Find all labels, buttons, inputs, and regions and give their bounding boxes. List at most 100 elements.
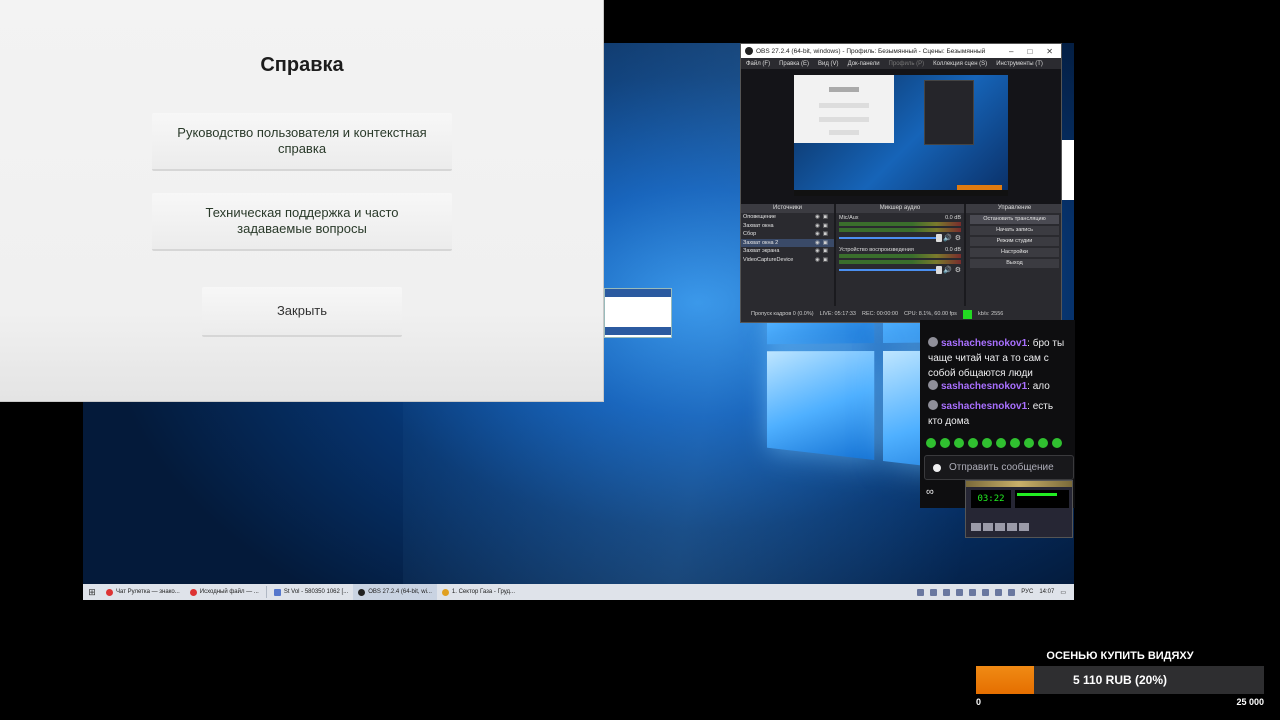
source-item[interactable]: Захват окна ◉▣ — [741, 222, 834, 231]
tray-icon[interactable] — [969, 588, 977, 596]
volume-slider[interactable] — [839, 233, 942, 242]
emote-icon[interactable] — [1024, 438, 1034, 448]
menu-docks[interactable]: Док-панели — [848, 61, 880, 67]
window-titlebar — [605, 289, 671, 297]
emote-icon[interactable] — [926, 438, 936, 448]
gear-icon[interactable]: ⚙ — [955, 234, 961, 242]
support-faq-button[interactable]: Техническая поддержка и часто задаваемые… — [152, 193, 452, 251]
tray-icon[interactable] — [917, 588, 925, 596]
minimize-icon[interactable]: – — [1009, 47, 1013, 56]
tray-icon[interactable] — [943, 588, 951, 596]
user-guide-button[interactable]: Руководство пользователя и контекстная с… — [152, 113, 452, 171]
source-item-selected[interactable]: Захват окна 2 ◉▣ — [741, 238, 834, 248]
play-icon[interactable] — [983, 523, 993, 531]
winamp-titlebar[interactable] — [966, 481, 1072, 487]
tray-icon[interactable] — [930, 588, 938, 596]
chat-message: sashachesnokov1: есть кто дома — [928, 399, 1068, 429]
emote-row — [926, 438, 1062, 448]
start-button[interactable]: ⊞ — [83, 587, 101, 598]
chat-message: sashachesnokov1: ало — [928, 379, 1068, 394]
taskbar-item[interactable]: St Vol - 580350 1062 [... — [269, 584, 353, 600]
close-icon[interactable]: ✕ — [1046, 47, 1053, 56]
gear-icon[interactable]: ⚙ — [955, 266, 961, 274]
menu-file[interactable]: Файл (F) — [746, 61, 770, 67]
background-window[interactable] — [604, 288, 672, 338]
volume-meter — [839, 222, 961, 226]
preview-help-dialog — [794, 75, 894, 143]
user-badge-icon — [928, 337, 938, 347]
exit-button[interactable]: Выход — [970, 259, 1059, 268]
source-item[interactable]: Захват экрана ◉▣ — [741, 247, 834, 256]
emote-icon[interactable] — [1010, 438, 1020, 448]
taskbar-item[interactable]: Чат Рулетка — знако... — [101, 584, 185, 600]
goal-progress-bar: 5 110 RUB (20%) — [976, 666, 1264, 694]
emote-icon[interactable] — [1038, 438, 1048, 448]
dropped-frames: Пропуск кадров 0 (0.0%) — [751, 311, 814, 317]
emote-icon[interactable] — [982, 438, 992, 448]
start-recording-button[interactable]: Начать запись — [970, 226, 1059, 235]
chat-username[interactable]: sashachesnokov1 — [941, 401, 1027, 412]
cpu-usage: CPU: 8.1%, 60.00 fps — [904, 311, 957, 317]
language-indicator[interactable]: РУС — [1021, 589, 1033, 595]
chat-username[interactable]: sashachesnokov1 — [941, 381, 1027, 392]
close-button[interactable]: Закрыть — [202, 287, 402, 337]
mixer-channel: Устройство воспроизведения 0.0 dB 🔊 ⚙ — [836, 245, 964, 275]
speaker-icon[interactable]: 🔊 — [943, 266, 952, 274]
mixer-channel: Mic/Aux 0.0 dB 🔊 ⚙ — [836, 213, 964, 243]
obs-window-title: OBS 27.2.4 (64-bit, windows) - Профиль: … — [756, 47, 986, 55]
maximize-icon[interactable]: □ — [1027, 47, 1032, 56]
emote-icon[interactable] — [954, 438, 964, 448]
next-icon[interactable] — [1019, 523, 1029, 531]
preview-canvas — [794, 75, 1008, 196]
bitrate: kb/s: 2556 — [977, 311, 1004, 317]
chat-username[interactable]: sashachesnokov1 — [941, 338, 1027, 349]
browser-edge — [1062, 140, 1074, 200]
stop-stream-button[interactable]: Остановить трансляцию — [970, 215, 1059, 224]
tray-icon[interactable] — [956, 588, 964, 596]
settings-button[interactable]: Настройки — [970, 248, 1059, 257]
clock[interactable]: 14:07 — [1039, 589, 1054, 595]
taskbar-item-active[interactable]: OBS 27.2.4 (64-bit, wi... — [353, 584, 437, 600]
taskbar-item[interactable]: 1. Сектор Газа - Груд... — [437, 584, 520, 600]
menu-view[interactable]: Вид (V) — [818, 61, 839, 67]
emote-icon[interactable] — [996, 438, 1006, 448]
pause-icon[interactable] — [995, 523, 1005, 531]
notifications-icon[interactable]: ▭ — [1060, 589, 1066, 596]
audio-mixer-dock: Микшер аудио Mic/Aux 0.0 dB 🔊 ⚙ Устройство… — [836, 204, 964, 306]
emote-icon[interactable] — [968, 438, 978, 448]
menu-profile[interactable]: Профиль (P) — [889, 61, 925, 67]
tray-icon[interactable] — [1008, 588, 1016, 596]
studio-mode-button[interactable]: Режим студии — [970, 237, 1059, 246]
taskbar-item[interactable]: Исходный файл — ... — [185, 584, 264, 600]
window-bar — [605, 327, 671, 335]
source-item[interactable]: VideoCaptureDevice ◉▣ — [741, 256, 834, 265]
tray-icon[interactable] — [982, 588, 990, 596]
emote-icon[interactable] — [940, 438, 950, 448]
obs-docks: Источники Оповещение ◉▣ Захват окна ◉▣ Сбо… — [741, 204, 1061, 306]
mixer-header: Микшер аудио — [836, 204, 964, 213]
chat-bottom-label: ∞ — [926, 486, 934, 498]
prev-icon[interactable] — [971, 523, 981, 531]
source-item[interactable]: Оповещение ◉▣ — [741, 213, 834, 222]
logo-pane — [766, 351, 875, 460]
emote-icon[interactable] — [1052, 438, 1062, 448]
winamp-info — [1015, 490, 1069, 508]
tray-icon[interactable] — [995, 588, 1003, 596]
volume-slider[interactable] — [839, 265, 942, 274]
window-controls: – □ ✕ — [1009, 47, 1061, 56]
obs-preview[interactable] — [741, 69, 1061, 204]
menu-scene-collection[interactable]: Коллекция сцен (S) — [933, 61, 987, 67]
obs-titlebar: OBS 27.2.4 (64-bit, windows) - Профиль: … — [741, 44, 1061, 58]
chat-input[interactable]: Отправить сообщение — [924, 455, 1074, 480]
controls-header: Управление — [966, 204, 1061, 213]
help-dialog: Справка Руководство пользователя и конте… — [0, 0, 604, 402]
menu-tools[interactable]: Инструменты (T) — [996, 61, 1043, 67]
speaker-icon[interactable]: 🔊 — [943, 234, 952, 242]
help-title: Справка — [260, 54, 344, 76]
stop-icon[interactable] — [1007, 523, 1017, 531]
chat-message: sashachesnokov1: бро ты чаще читай чат а… — [928, 336, 1068, 381]
taskbar: ⊞ Чат Рулетка — знако... Исходный файл —… — [83, 584, 1074, 600]
user-badge-icon — [928, 400, 938, 410]
menu-edit[interactable]: Правка (E) — [779, 61, 809, 67]
source-item[interactable]: Сбор ◉▣ — [741, 230, 834, 239]
